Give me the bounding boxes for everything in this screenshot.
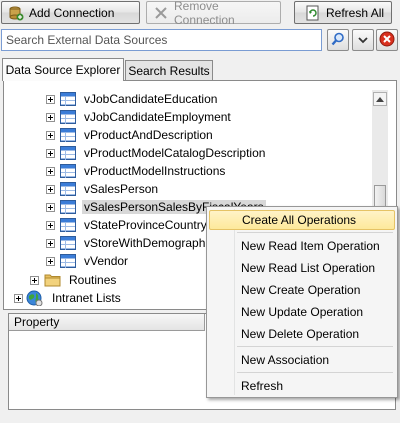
refresh-all-button[interactable]: Refresh All xyxy=(294,1,392,24)
tree-item[interactable]: vVendor xyxy=(46,252,130,270)
add-connection-icon xyxy=(8,5,24,21)
tab-data-source-explorer[interactable]: Data Source Explorer xyxy=(2,58,124,81)
view-icon xyxy=(60,92,76,106)
menu-item-new-update-operation[interactable]: New Update Operation xyxy=(209,302,395,322)
expand-icon[interactable] xyxy=(30,275,39,285)
menu-item-create-all-operations[interactable]: Create All Operations xyxy=(209,210,395,230)
tree-item-label: vVendor xyxy=(84,254,129,268)
add-connection-label: Add Connection xyxy=(29,5,115,20)
expand-icon[interactable] xyxy=(46,130,55,140)
tree-item[interactable]: vStoreWithDemographi xyxy=(46,234,210,252)
tree-item-label: vProductModelCatalogDescription xyxy=(84,146,266,160)
expand-icon[interactable] xyxy=(46,112,55,122)
view-icon xyxy=(60,146,76,160)
dropdown-button[interactable] xyxy=(352,29,374,51)
tree-item-intranet-lists[interactable]: Intranet Lists xyxy=(14,289,123,307)
search-input[interactable]: Search External Data Sources xyxy=(1,29,322,51)
tree-item-label: vProductModelInstructions xyxy=(84,164,226,178)
tab-explorer-label: Data Source Explorer xyxy=(5,63,121,77)
property-header-label: Property xyxy=(14,315,60,329)
menu-item-label: New Create Operation xyxy=(241,283,361,297)
chevron-down-icon xyxy=(358,34,368,47)
view-icon xyxy=(60,200,76,214)
tree-item-label: vStateProvinceCountryR xyxy=(84,218,216,232)
tab-search-results[interactable]: Search Results xyxy=(125,60,213,81)
menu-item-new-create-operation[interactable]: New Create Operation xyxy=(209,280,395,300)
view-icon xyxy=(60,236,76,250)
tree-item[interactable]: vProductModelCatalogDescription xyxy=(46,144,267,162)
expand-icon[interactable] xyxy=(14,293,23,303)
close-icon xyxy=(379,31,395,50)
menu-item-label: New Delete Operation xyxy=(241,327,360,341)
view-icon xyxy=(60,164,76,178)
tree-item-routines[interactable]: Routines xyxy=(30,271,118,289)
tree-item-label: Routines xyxy=(69,273,117,287)
expand-icon[interactable] xyxy=(46,148,55,158)
tree-item-label: vJobCandidateEmployment xyxy=(84,110,231,124)
tree-item-label: vJobCandidateEducation xyxy=(84,92,218,106)
remove-connection-label: Remove Connection xyxy=(174,0,235,27)
tree-item[interactable]: vJobCandidateEmployment xyxy=(46,108,233,126)
view-icon xyxy=(60,254,76,268)
expand-icon[interactable] xyxy=(46,238,55,248)
expand-icon[interactable] xyxy=(46,184,55,194)
tree-item[interactable]: vStateProvinceCountryR xyxy=(46,216,217,234)
search-icon xyxy=(331,32,345,49)
expand-icon[interactable] xyxy=(46,166,55,176)
tree-item-label: vProductAndDescription xyxy=(84,128,213,142)
globe-icon xyxy=(26,290,44,306)
folder-icon xyxy=(44,273,61,287)
add-connection-button[interactable]: Add Connection xyxy=(1,1,140,24)
context-menu: Create All Operations New Read Item Oper… xyxy=(206,206,398,398)
view-icon xyxy=(60,182,76,196)
menu-item-label: New Read List Operation xyxy=(241,261,376,275)
tab-results-label: Search Results xyxy=(128,64,210,78)
menu-item-label: New Association xyxy=(241,353,330,367)
menu-item-label: Refresh xyxy=(241,379,284,393)
menu-separator xyxy=(237,372,393,373)
tree-item[interactable]: vJobCandidateEducation xyxy=(46,90,219,108)
refresh-icon xyxy=(305,5,321,21)
close-button[interactable] xyxy=(376,29,398,51)
remove-connection-button[interactable]: Remove Connection xyxy=(146,0,281,27)
menu-item-refresh[interactable]: Refresh xyxy=(209,376,395,396)
menu-item-new-delete-operation[interactable]: New Delete Operation xyxy=(209,324,395,344)
tree-item-label: vSalesPerson xyxy=(84,182,159,196)
expand-icon[interactable] xyxy=(46,256,55,266)
tree-item[interactable]: vProductModelInstructions xyxy=(46,162,227,180)
menu-item-label: New Update Operation xyxy=(241,305,364,319)
view-icon xyxy=(60,218,76,232)
scroll-up-arrow[interactable] xyxy=(373,92,387,106)
refresh-all-label: Refresh All xyxy=(326,5,385,20)
search-placeholder: Search External Data Sources xyxy=(6,33,168,47)
view-icon xyxy=(60,128,76,142)
menu-separator xyxy=(237,232,393,233)
tree-item-label: Intranet Lists xyxy=(52,291,121,305)
search-button[interactable] xyxy=(327,29,349,51)
tree-item[interactable]: vSalesPerson xyxy=(46,180,160,198)
tree-item-label: vStoreWithDemographi xyxy=(84,236,209,250)
view-icon xyxy=(60,110,76,124)
expand-icon[interactable] xyxy=(46,220,55,230)
expand-icon[interactable] xyxy=(46,94,55,104)
property-column-header[interactable]: Property xyxy=(9,314,205,331)
menu-separator xyxy=(237,346,393,347)
tree-item[interactable]: vProductAndDescription xyxy=(46,126,215,144)
menu-item-label: Create All Operations xyxy=(242,213,357,227)
menu-item-label: New Read Item Operation xyxy=(241,239,380,253)
menu-item-new-read-list-operation[interactable]: New Read List Operation xyxy=(209,258,395,278)
expand-icon[interactable] xyxy=(46,202,55,212)
menu-item-new-association[interactable]: New Association xyxy=(209,350,395,370)
remove-connection-icon xyxy=(153,5,169,21)
menu-item-new-read-item-operation[interactable]: New Read Item Operation xyxy=(209,236,395,256)
